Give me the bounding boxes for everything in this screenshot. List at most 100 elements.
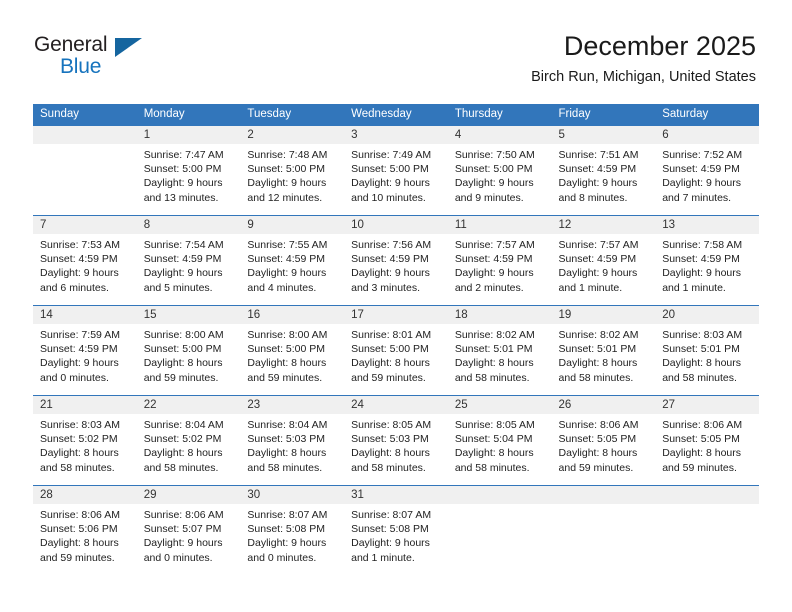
day-detail-line: Sunrise: 8:00 AM — [247, 329, 328, 341]
calendar-day-cell[interactable]: 20 Sunrise: 8:03 AM Sunset: 5:01 PM Dayligh… — [655, 305, 759, 396]
calendar-day-cell[interactable]: 28 Sunrise: 8:06 AM Sunset: 5:06 PM Dayligh… — [33, 485, 137, 575]
calendar-day-cell[interactable]: 25 Sunrise: 8:05 AM Sunset: 5:04 PM Dayligh… — [447, 395, 552, 486]
day-details: Sunrise: 7:53 AM Sunset: 4:59 PM Daylight:… — [33, 234, 137, 295]
day-detail-line: and 0 minutes. — [247, 551, 317, 564]
day-number: 26 — [551, 396, 656, 414]
calendar-day-cell[interactable]: 11 Sunrise: 7:57 AM Sunset: 4:59 PM Dayligh… — [447, 215, 552, 306]
day-detail-line: and 3 minutes. — [351, 281, 420, 294]
day-detail-line: and 58 minutes. — [40, 461, 115, 474]
calendar-day-cell[interactable]: 1 Sunrise: 7:47 AM Sunset: 5:00 PM Daylight… — [136, 126, 241, 216]
calendar-day-cell[interactable]: 7 Sunrise: 7:53 AM Sunset: 4:59 PM Daylight… — [33, 215, 137, 306]
day-details: Sunrise: 8:04 AM Sunset: 5:02 PM Daylight:… — [137, 414, 241, 475]
calendar-day-cell[interactable]: 14 Sunrise: 7:59 AM Sunset: 4:59 PM Dayligh… — [33, 305, 137, 396]
day-number: 19 — [551, 306, 656, 324]
calendar-day-cell[interactable]: 18 Sunrise: 8:02 AM Sunset: 5:01 PM Dayligh… — [447, 305, 552, 396]
calendar-day-cell[interactable]: 12 Sunrise: 7:57 AM Sunset: 4:59 PM Dayligh… — [551, 215, 656, 306]
day-number: 23 — [240, 396, 345, 414]
day-detail-line: Sunrise: 7:56 AM — [351, 239, 432, 251]
day-detail-line: Sunset: 5:05 PM — [662, 433, 740, 446]
day-detail-line: Sunrise: 8:05 AM — [351, 419, 432, 431]
calendar-day-cell[interactable]: 30 Sunrise: 8:07 AM Sunset: 5:08 PM Dayligh… — [240, 485, 345, 575]
day-detail-line: Sunrise: 8:04 AM — [143, 419, 224, 431]
calendar-week-row: 14 Sunrise: 7:59 AM Sunset: 4:59 PM Dayligh… — [33, 305, 759, 396]
calendar-day-cell[interactable]: 15 Sunrise: 8:00 AM Sunset: 5:00 PM Dayligh… — [136, 305, 241, 396]
calendar-day-cell[interactable]: 19 Sunrise: 8:02 AM Sunset: 5:01 PM Dayligh… — [551, 305, 656, 396]
calendar-day-cell[interactable]: 3 Sunrise: 7:49 AM Sunset: 5:00 PM Daylight… — [344, 126, 448, 216]
day-details: Sunrise: 8:06 AM Sunset: 5:07 PM Daylight:… — [137, 504, 241, 565]
calendar-day-cell[interactable]: 29 Sunrise: 8:06 AM Sunset: 5:07 PM Dayligh… — [136, 485, 241, 575]
calendar-day-cell[interactable]: 31 Sunrise: 8:07 AM Sunset: 5:08 PM Dayligh… — [344, 485, 448, 575]
calendar-day-cell[interactable]: 5 Sunrise: 7:51 AM Sunset: 4:59 PM Daylight… — [551, 126, 656, 216]
day-number: 14 — [33, 306, 137, 324]
day-number: 11 — [447, 216, 552, 234]
calendar-day-cell[interactable]: 6 Sunrise: 7:52 AM Sunset: 4:59 PM Daylight… — [655, 126, 759, 216]
day-detail-line: Sunrise: 8:03 AM — [40, 419, 120, 431]
day-detail-line: Sunrise: 8:01 AM — [351, 329, 432, 341]
weekday-header-sunday: Sunday — [33, 104, 137, 126]
day-number: 12 — [551, 216, 656, 234]
day-detail-line: and 2 minutes. — [454, 281, 524, 294]
day-detail-line: Sunrise: 8:07 AM — [247, 509, 328, 521]
day-detail-line: Sunrise: 7:58 AM — [662, 239, 743, 251]
day-details: Sunrise: 7:48 AM Sunset: 5:00 PM Daylight:… — [240, 144, 344, 205]
day-detail-line: Daylight: 9 hours — [454, 267, 534, 280]
day-details: Sunrise: 7:56 AM Sunset: 4:59 PM Daylight:… — [344, 234, 448, 295]
calendar-day-cell[interactable]: 8 Sunrise: 7:54 AM Sunset: 4:59 PM Daylight… — [136, 215, 241, 306]
calendar-day-cell[interactable]: 4 Sunrise: 7:50 AM Sunset: 5:00 PM Daylight… — [447, 126, 552, 216]
day-detail-line: Sunrise: 7:54 AM — [143, 239, 224, 251]
day-detail-line: Daylight: 8 hours — [247, 447, 327, 460]
day-number — [447, 486, 552, 504]
day-detail-line: and 59 minutes. — [247, 371, 323, 384]
day-detail-line: Sunrise: 8:06 AM — [662, 419, 743, 431]
calendar-day-cell-empty — [655, 485, 759, 575]
day-details: Sunrise: 8:02 AM Sunset: 5:01 PM Daylight:… — [448, 324, 552, 385]
day-detail-line: Sunset: 5:00 PM — [143, 163, 222, 176]
day-detail-line: Daylight: 8 hours — [247, 357, 327, 370]
day-number: 30 — [240, 486, 345, 504]
calendar-day-cell[interactable]: 26 Sunrise: 8:06 AM Sunset: 5:05 PM Dayligh… — [551, 395, 656, 486]
calendar-day-cell-empty — [551, 485, 656, 575]
day-details: Sunrise: 8:06 AM Sunset: 5:05 PM Daylight:… — [552, 414, 656, 475]
day-detail-line: Daylight: 8 hours — [454, 357, 534, 370]
day-detail-line: Sunset: 5:00 PM — [351, 343, 429, 356]
day-detail-line: Sunset: 4:59 PM — [40, 253, 118, 266]
calendar-week-row: 7 Sunrise: 7:53 AM Sunset: 4:59 PM Daylight… — [33, 215, 759, 306]
day-detail-line: Sunrise: 7:57 AM — [558, 239, 639, 251]
day-detail-line: Daylight: 8 hours — [351, 357, 430, 370]
day-detail-line: Daylight: 8 hours — [558, 447, 638, 460]
weekday-header-tuesday: Tuesday — [240, 104, 345, 126]
calendar-day-cell[interactable]: 13 Sunrise: 7:58 AM Sunset: 4:59 PM Dayligh… — [655, 215, 759, 306]
day-detail-line: Sunset: 4:59 PM — [558, 253, 637, 266]
calendar-day-cell[interactable]: 2 Sunrise: 7:48 AM Sunset: 5:00 PM Daylight… — [240, 126, 345, 216]
calendar-day-cell[interactable]: 24 Sunrise: 8:05 AM Sunset: 5:03 PM Dayligh… — [344, 395, 448, 486]
day-detail-line: Sunrise: 8:06 AM — [40, 509, 120, 521]
day-detail-line: Daylight: 9 hours — [40, 357, 119, 370]
general-blue-logo: General Blue — [34, 33, 164, 83]
day-number — [551, 486, 656, 504]
calendar-day-cell[interactable]: 9 Sunrise: 7:55 AM Sunset: 4:59 PM Daylight… — [240, 215, 345, 306]
day-detail-line: Daylight: 8 hours — [454, 447, 534, 460]
day-detail-line: and 7 minutes. — [662, 191, 732, 204]
calendar-day-cell[interactable]: 22 Sunrise: 8:04 AM Sunset: 5:02 PM Dayligh… — [136, 395, 241, 486]
day-detail-line: Sunset: 5:00 PM — [143, 343, 222, 356]
calendar-day-cell[interactable]: 10 Sunrise: 7:56 AM Sunset: 4:59 PM Dayligh… — [344, 215, 448, 306]
weekday-header-monday: Monday — [136, 104, 241, 126]
day-detail-line: Sunset: 5:06 PM — [40, 523, 118, 536]
day-details: Sunrise: 8:04 AM Sunset: 5:03 PM Daylight:… — [240, 414, 344, 475]
day-number: 6 — [655, 126, 759, 144]
day-detail-line: Sunrise: 7:51 AM — [558, 149, 639, 161]
calendar-body: 1 Sunrise: 7:47 AM Sunset: 5:00 PM Daylight… — [33, 126, 759, 575]
day-detail-line: Sunrise: 7:53 AM — [40, 239, 120, 251]
calendar-day-cell[interactable]: 23 Sunrise: 8:04 AM Sunset: 5:03 PM Dayligh… — [240, 395, 345, 486]
day-details: Sunrise: 7:47 AM Sunset: 5:00 PM Daylight:… — [137, 144, 241, 205]
calendar-day-cell[interactable]: 17 Sunrise: 8:01 AM Sunset: 5:00 PM Dayligh… — [344, 305, 448, 396]
day-number: 16 — [240, 306, 345, 324]
day-number — [33, 126, 137, 144]
day-number: 4 — [447, 126, 552, 144]
day-detail-line: Daylight: 9 hours — [247, 177, 327, 190]
calendar-day-cell[interactable]: 21 Sunrise: 8:03 AM Sunset: 5:02 PM Dayligh… — [33, 395, 137, 486]
calendar-day-cell[interactable]: 27 Sunrise: 8:06 AM Sunset: 5:05 PM Dayligh… — [655, 395, 759, 486]
title-block: December 2025 Birch Run, Michigan, Unite… — [531, 30, 756, 86]
calendar-day-cell[interactable]: 16 Sunrise: 8:00 AM Sunset: 5:00 PM Dayligh… — [240, 305, 345, 396]
day-details: Sunrise: 7:54 AM Sunset: 4:59 PM Daylight:… — [137, 234, 241, 295]
